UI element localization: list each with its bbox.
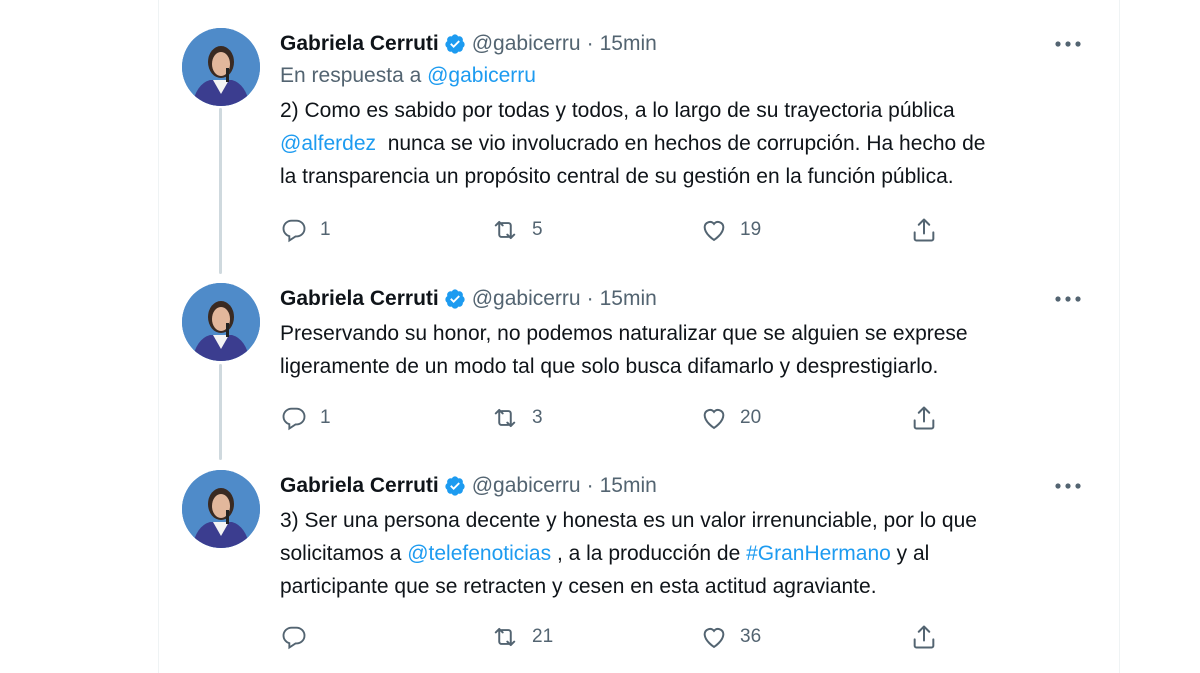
share-icon xyxy=(913,625,935,649)
avatar[interactable] xyxy=(182,470,260,548)
hashtag-link[interactable]: #GranHermano xyxy=(746,542,891,565)
author-name[interactable]: Gabriela Cerruti xyxy=(280,287,439,311)
verified-badge-icon xyxy=(444,475,466,497)
tweet-text: 3) Ser una persona decente y honesta es … xyxy=(280,504,1094,603)
verified-badge-icon xyxy=(444,33,466,55)
share-icon xyxy=(913,406,935,430)
author-name[interactable]: Gabriela Cerruti xyxy=(280,32,439,56)
timestamp[interactable]: 15min xyxy=(600,32,657,56)
tweet[interactable]: Gabriela Cerruti @gabicerru · 15min 3) S… xyxy=(158,470,1118,665)
retweet-icon xyxy=(494,408,516,428)
tweet-header: Gabriela Cerruti @gabicerru · 15min xyxy=(280,470,1094,502)
reply-button[interactable]: 1 xyxy=(280,216,490,244)
reply-count: 1 xyxy=(320,219,331,240)
reply-count: 1 xyxy=(320,407,331,428)
like-button[interactable]: 19 xyxy=(700,216,910,244)
tweet-text-part: nunca se vio involucrado en hechos de co… xyxy=(280,132,986,188)
share-button[interactable] xyxy=(910,623,970,651)
retweet-count: 21 xyxy=(532,626,554,647)
verified-badge-icon xyxy=(444,288,466,310)
tweet-content: Gabriela Cerruti @gabicerru · 15min En r… xyxy=(280,28,1094,193)
mention-link[interactable]: @alferdez xyxy=(280,132,376,155)
retweet-count: 3 xyxy=(532,407,543,428)
separator-dot: · xyxy=(586,32,594,55)
retweet-button[interactable]: 21 xyxy=(490,623,700,651)
retweet-icon xyxy=(494,627,516,647)
tweet-header: Gabriela Cerruti @gabicerru · 15min xyxy=(280,283,1094,315)
retweet-button[interactable]: 3 xyxy=(490,404,700,432)
share-button[interactable] xyxy=(910,216,970,244)
tweet-header: Gabriela Cerruti @gabicerru · 15min xyxy=(280,28,1094,60)
action-bar: 1 3 20 xyxy=(280,401,980,435)
more-options-icon[interactable] xyxy=(1048,470,1088,502)
retweet-icon xyxy=(494,220,516,240)
separator-dot: · xyxy=(586,474,594,497)
like-count: 20 xyxy=(740,407,762,428)
share-button[interactable] xyxy=(910,404,970,432)
retweet-count: 5 xyxy=(532,219,543,240)
reply-icon xyxy=(282,407,306,431)
retweet-button[interactable]: 5 xyxy=(490,216,700,244)
reply-handle-link[interactable]: @gabicerru xyxy=(427,64,536,87)
timestamp[interactable]: 15min xyxy=(600,474,657,498)
share-icon xyxy=(913,218,935,242)
separator-dot: · xyxy=(586,287,594,310)
tweet-text: Preservando su honor, no podemos natural… xyxy=(280,322,968,378)
reply-icon xyxy=(282,626,306,650)
mention-link[interactable]: @telefenoticias xyxy=(407,542,551,565)
reply-context: En respuesta a @gabicerru xyxy=(280,60,1094,92)
heart-icon xyxy=(703,628,725,649)
reply-button[interactable]: 1 xyxy=(280,404,490,432)
like-button[interactable]: 36 xyxy=(700,623,910,651)
heart-icon xyxy=(703,221,725,242)
avatar[interactable] xyxy=(182,28,260,106)
action-bar: 1 5 19 xyxy=(280,213,980,247)
tweet[interactable]: Gabriela Cerruti @gabicerru · 15min En r… xyxy=(158,28,1118,258)
tweet[interactable]: Gabriela Cerruti @gabicerru · 15min Pres… xyxy=(158,283,1118,443)
tweet-text-part: 2) Como es sabido por todas y todos, a l… xyxy=(280,99,955,122)
reply-button[interactable] xyxy=(280,623,490,651)
tweet-text: 2) Como es sabido por todas y todos, a l… xyxy=(280,94,1094,193)
action-bar: 21 36 xyxy=(280,620,980,654)
avatar[interactable] xyxy=(182,283,260,361)
timestamp[interactable]: 15min xyxy=(600,287,657,311)
reply-icon xyxy=(282,219,306,243)
heart-icon xyxy=(703,409,725,430)
author-handle[interactable]: @gabicerru xyxy=(472,32,581,56)
more-options-icon[interactable] xyxy=(1048,283,1088,315)
tweet-content: Gabriela Cerruti @gabicerru · 15min 3) S… xyxy=(280,470,1094,603)
like-button[interactable]: 20 xyxy=(700,404,910,432)
author-handle[interactable]: @gabicerru xyxy=(472,287,581,311)
like-count: 36 xyxy=(740,626,762,647)
tweet-text-part: , a la producción de xyxy=(551,542,747,565)
author-handle[interactable]: @gabicerru xyxy=(472,474,581,498)
tweet-content: Gabriela Cerruti @gabicerru · 15min Pres… xyxy=(280,283,1094,383)
author-name[interactable]: Gabriela Cerruti xyxy=(280,474,439,498)
more-options-icon[interactable] xyxy=(1048,28,1088,60)
like-count: 19 xyxy=(740,219,762,240)
reply-prefix: En respuesta a xyxy=(280,64,422,87)
